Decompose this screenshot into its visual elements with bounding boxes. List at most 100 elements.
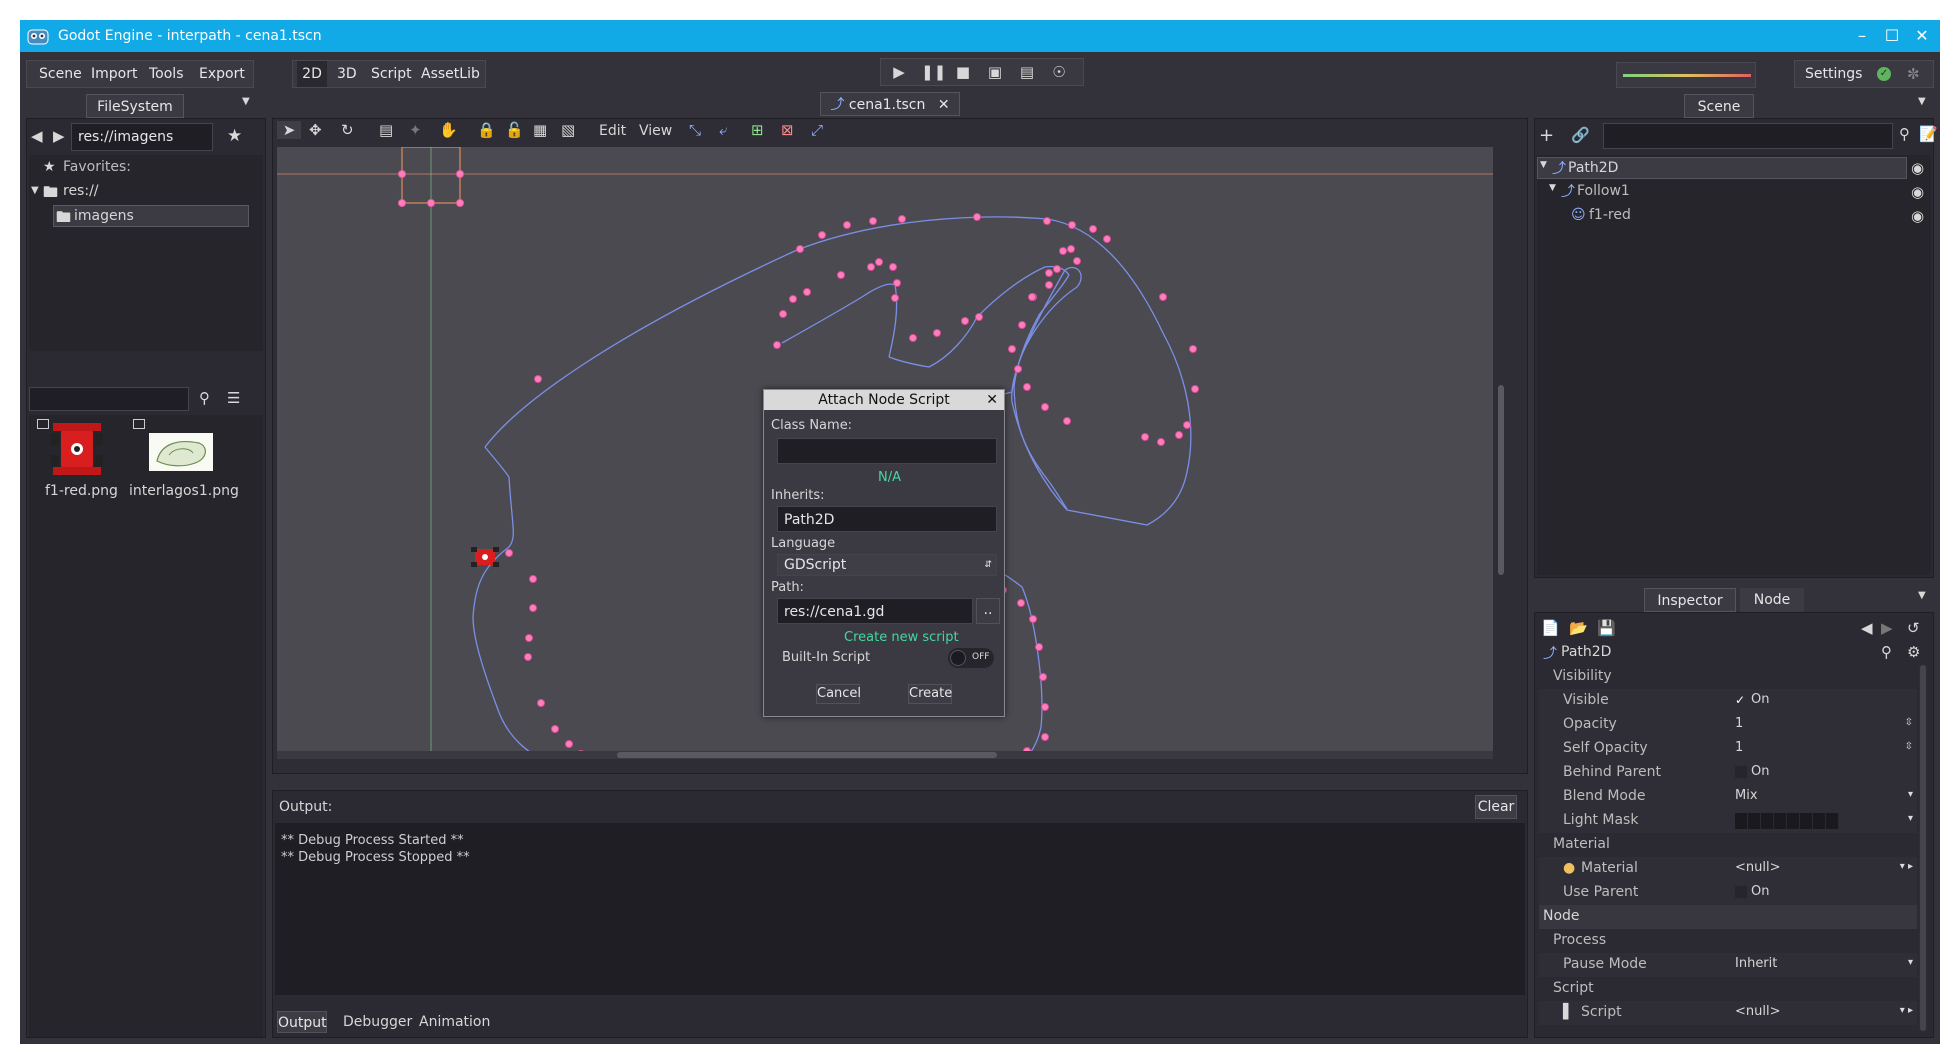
spinner-arrows-icon[interactable]: ⇳ bbox=[1905, 717, 1913, 728]
workspace-script[interactable]: Script bbox=[371, 66, 412, 82]
search-icon[interactable]: ⚲ bbox=[199, 389, 210, 407]
rotate-tool-icon[interactable]: ↻ bbox=[341, 121, 354, 139]
scene-filter-input[interactable] bbox=[1603, 123, 1893, 149]
property-value-editor[interactable]: ▾ bbox=[1733, 811, 1915, 831]
clear-button[interactable]: Clear bbox=[1475, 795, 1517, 819]
debug-options-icon[interactable]: ☉ bbox=[1049, 63, 1069, 81]
workspace-2d[interactable]: 2D bbox=[297, 61, 327, 87]
property-value-editor[interactable]: 1 ⇳ bbox=[1733, 739, 1915, 759]
cancel-button[interactable]: Cancel bbox=[816, 684, 861, 704]
filesystem-search-input[interactable] bbox=[29, 387, 189, 411]
pan-tool-icon[interactable]: ✋ bbox=[439, 121, 458, 139]
pivot-tool-icon[interactable]: ✦ bbox=[409, 121, 422, 139]
property-value-editor[interactable]: 1 ⇳ bbox=[1733, 715, 1915, 735]
class-name-input[interactable] bbox=[777, 438, 997, 464]
tab-filesystem[interactable]: FileSystem bbox=[86, 94, 184, 118]
file-item[interactable]: interlagos1.png bbox=[129, 419, 239, 503]
tree-node-f1-red[interactable]: ☺ f1-red bbox=[1571, 205, 1851, 227]
bottom-tab-output[interactable]: Output bbox=[277, 1011, 327, 1033]
dock-menu-icon[interactable]: ▼ bbox=[242, 96, 250, 107]
language-select[interactable]: GDScript ⇵ bbox=[777, 554, 997, 576]
property-value-editor[interactable]: ✓ On bbox=[1733, 691, 1915, 711]
workspace-3d[interactable]: 3D bbox=[337, 66, 357, 82]
minimize-icon[interactable]: – bbox=[1848, 24, 1876, 48]
workspace-assetlib[interactable]: AssetLib bbox=[421, 66, 480, 82]
move-tool-icon[interactable]: ✥ bbox=[309, 121, 322, 139]
play-scene-icon[interactable]: ▣ bbox=[985, 63, 1005, 81]
expand-arrow-icon[interactable]: ▼ bbox=[1540, 160, 1547, 170]
expand-arrow-icon[interactable]: ▼ bbox=[31, 185, 39, 196]
dock-menu-icon[interactable]: ▼ bbox=[1918, 590, 1926, 601]
inspector-category-header[interactable]: Node bbox=[1539, 905, 1917, 929]
menu-tools[interactable]: Tools bbox=[149, 66, 184, 82]
inspector-scrollbar[interactable] bbox=[1919, 665, 1927, 1031]
builtin-script-toggle[interactable]: OFF bbox=[948, 648, 994, 668]
settings-button[interactable]: Settings bbox=[1805, 66, 1862, 82]
horizontal-scrollbar[interactable] bbox=[277, 751, 1493, 759]
search-icon[interactable]: ⚲ bbox=[1881, 643, 1892, 661]
instance-scene-icon[interactable]: 🔗 bbox=[1571, 126, 1590, 144]
checkbox-checked-icon[interactable]: ✓ bbox=[1735, 694, 1747, 706]
unlock-icon[interactable]: 🔓 bbox=[505, 121, 524, 139]
viewport-menu-edit[interactable]: Edit bbox=[599, 123, 626, 139]
add-node-icon[interactable]: + bbox=[1539, 125, 1554, 146]
visibility-eye-icon[interactable]: ◉ bbox=[1911, 159, 1924, 177]
path-input[interactable]: res://cena1.gd bbox=[777, 598, 973, 624]
file-item[interactable]: f1-red.png bbox=[33, 419, 123, 503]
create-button[interactable]: Create bbox=[908, 684, 952, 704]
viewport-menu-view[interactable]: View bbox=[639, 123, 672, 139]
tree-node-path2d[interactable]: ▼ ⤴ Path2D bbox=[1537, 157, 1907, 179]
add-point-icon[interactable]: ⊞ bbox=[751, 121, 764, 139]
light-mask-grid[interactable] bbox=[1735, 813, 1839, 829]
settings-gear-icon[interactable]: ⚙ bbox=[1907, 643, 1920, 661]
object-history-icon[interactable]: ↺ bbox=[1907, 619, 1920, 637]
visibility-eye-icon[interactable]: ◉ bbox=[1911, 183, 1924, 201]
visibility-eye-icon[interactable]: ◉ bbox=[1911, 207, 1924, 225]
back-icon[interactable]: ◀ bbox=[31, 127, 43, 145]
lock-icon[interactable]: 🔒 bbox=[477, 121, 496, 139]
inspector-section-script[interactable]: Script bbox=[1539, 977, 1917, 1001]
select-points-icon[interactable]: ⤡ bbox=[689, 121, 701, 139]
script-attach-icon[interactable]: 📝 bbox=[1919, 125, 1938, 143]
dropdown-arrow-icon[interactable]: ▾ bbox=[1908, 957, 1913, 968]
tree-item-res[interactable]: res:// bbox=[63, 183, 99, 199]
forward-icon[interactable]: ▶ bbox=[53, 127, 65, 145]
new-resource-icon[interactable]: 📄 bbox=[1541, 619, 1560, 637]
dropdown-arrow-icon[interactable]: ▾ bbox=[1908, 789, 1913, 800]
play-icon[interactable]: ▶ bbox=[889, 63, 909, 81]
delete-point-icon[interactable]: ⊠ bbox=[781, 121, 794, 139]
inspector-section-visibility[interactable]: Visibility bbox=[1539, 665, 1917, 689]
menu-export[interactable]: Export bbox=[199, 66, 245, 82]
property-value-editor[interactable]: On bbox=[1733, 763, 1915, 783]
property-value-editor[interactable]: <null> ▾ ▸ bbox=[1733, 1003, 1915, 1023]
close-tab-icon[interactable]: ✕ bbox=[938, 97, 950, 113]
checkbox-unchecked-icon[interactable] bbox=[1735, 766, 1747, 778]
favorite-star-icon[interactable]: ★ bbox=[227, 126, 242, 146]
checkbox-unchecked-icon[interactable] bbox=[1735, 886, 1747, 898]
save-resource-icon[interactable]: 💾 bbox=[1597, 619, 1616, 637]
close-icon[interactable]: ✕ bbox=[1908, 24, 1936, 48]
open-resource-icon[interactable]: 📂 bbox=[1569, 619, 1588, 637]
property-value-editor[interactable]: Inherit ▾ bbox=[1733, 955, 1915, 975]
tab-inspector[interactable]: Inspector bbox=[1644, 588, 1736, 612]
ungroup-icon[interactable]: ▧ bbox=[561, 121, 575, 139]
close-curve-icon[interactable]: ⤢ bbox=[811, 121, 823, 139]
browse-button[interactable]: .. bbox=[976, 598, 1000, 624]
stop-icon[interactable]: ■ bbox=[953, 63, 973, 81]
group-icon[interactable]: ▦ bbox=[533, 121, 547, 139]
bottom-tab-animation[interactable]: Animation bbox=[419, 1014, 490, 1030]
inherits-input[interactable]: Path2D bbox=[777, 506, 997, 532]
spinner-arrows-icon[interactable]: ⇳ bbox=[1905, 741, 1913, 752]
resource-menu-icon[interactable]: ▾ ▸ bbox=[1900, 1005, 1913, 1016]
search-icon[interactable]: ⚲ bbox=[1899, 125, 1910, 143]
inspector-section-material[interactable]: Material bbox=[1539, 833, 1917, 857]
inspector-section-process[interactable]: Process bbox=[1539, 929, 1917, 953]
dialog-close-icon[interactable]: ✕ bbox=[986, 390, 998, 410]
dock-menu-icon[interactable]: ▼ bbox=[1918, 96, 1926, 107]
property-value-editor[interactable]: <null> ▾ ▸ bbox=[1733, 859, 1915, 879]
maximize-icon[interactable]: ☐ bbox=[1878, 24, 1906, 48]
filesystem-path-input[interactable]: res://imagens bbox=[71, 123, 213, 151]
property-value-editor[interactable]: On bbox=[1733, 883, 1915, 903]
resource-menu-icon[interactable]: ▾ ▸ bbox=[1900, 861, 1913, 872]
play-custom-scene-icon[interactable]: ▤ bbox=[1017, 63, 1037, 81]
